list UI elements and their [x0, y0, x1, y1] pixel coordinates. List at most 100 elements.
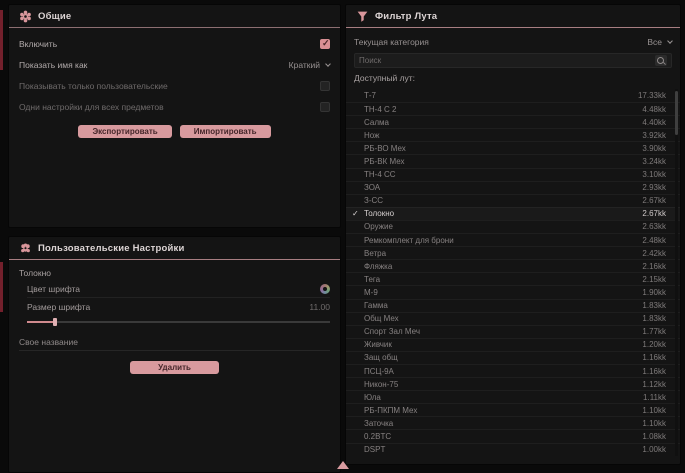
loot-item-value: 2.63kk	[642, 222, 666, 231]
loot-row[interactable]: Гамма1.83kk	[346, 299, 680, 312]
loot-item-value: 17.33kk	[638, 91, 666, 100]
loot-item-name: Салма	[364, 118, 642, 127]
select-value: Краткий	[289, 60, 320, 70]
export-button[interactable]: Экспортировать	[78, 125, 171, 138]
loot-row[interactable]: ПСЦ-9А1.16kk	[346, 364, 680, 377]
loot-item-value: 3.90kk	[642, 144, 666, 153]
loot-item-name: Фляжка	[364, 262, 642, 271]
loot-item-value: 1.83kk	[642, 314, 666, 323]
loot-row[interactable]: Оружие2.63kk	[346, 220, 680, 233]
color-wheel-icon[interactable]	[320, 284, 330, 294]
loot-row[interactable]: М-91.90kk	[346, 285, 680, 298]
loot-item-value: 1.16kk	[642, 367, 666, 376]
loot-row[interactable]: Нож3.92kk	[346, 128, 680, 141]
loot-item-value: 1.08kk	[642, 432, 666, 441]
loot-item-name: Нож	[364, 131, 642, 140]
loot-item-name: Тега	[364, 275, 642, 284]
funnel-icon	[356, 10, 369, 23]
loot-row[interactable]: ТН-4 СС3.10kk	[346, 168, 680, 181]
loot-row[interactable]: РБ-ВК Мех3.24kk	[346, 154, 680, 167]
setting-label: Показывать только пользовательские	[19, 81, 168, 91]
loot-row[interactable]: Заточка1.10kk	[346, 416, 680, 429]
loot-item-name: РБ-ПКПМ Мех	[364, 406, 642, 415]
loot-row[interactable]: ✓Толокно2.67kk	[346, 207, 680, 220]
loot-item-value: 1.11kk	[643, 393, 666, 402]
loot-row[interactable]: Т-717.33kk	[346, 89, 680, 102]
loot-row[interactable]: ЗОА2.93kk	[346, 181, 680, 194]
loot-item-name: Живчик	[364, 340, 642, 349]
panel-title: Фильтр Лута	[375, 11, 437, 22]
loot-item-value: 1.20kk	[642, 340, 666, 349]
name-display-select[interactable]: Краткий	[289, 60, 330, 70]
loot-item-name: РБ-ВК Мех	[364, 157, 642, 166]
loot-item-name: Спорт Зал Меч	[364, 327, 642, 336]
loot-item-value: 1.10kk	[642, 419, 666, 428]
loot-row[interactable]: Салма4.40kk	[346, 115, 680, 128]
loot-item-name: З-СС	[364, 196, 642, 205]
loot-scrollbar[interactable]	[675, 89, 678, 456]
chevron-down-icon	[325, 61, 331, 67]
setting-row-only-custom: Показывать только пользовательские	[9, 75, 340, 96]
loot-item-value: 2.42kk	[642, 249, 666, 258]
loot-item-value: 1.90kk	[642, 288, 666, 297]
slider-fill	[27, 321, 55, 323]
loot-row[interactable]: З-СС2.67kk	[346, 194, 680, 207]
loot-item-name: ТН-4 СС	[364, 170, 642, 179]
loot-item-value: 1.77kk	[642, 327, 666, 336]
chevron-down-icon	[667, 38, 673, 44]
loot-row[interactable]: Живчик1.20kk	[346, 338, 680, 351]
category-label: Текущая категория	[354, 37, 429, 47]
loot-row[interactable]: Никон-751.12kk	[346, 377, 680, 390]
loot-item-name: Оружие	[364, 222, 642, 231]
category-select[interactable]: Все	[647, 37, 672, 47]
font-size-label: Размер шрифта	[27, 302, 90, 312]
loot-row[interactable]: DSPT1.00kk	[346, 443, 680, 456]
loot-item-name: ЗОА	[364, 183, 642, 192]
delete-button[interactable]: Удалить	[130, 361, 219, 374]
setting-row-name-display: Показать имя как Краткий	[9, 54, 340, 75]
font-color-row: Цвет шрифта	[27, 280, 330, 298]
loot-item-name: Заточка	[364, 419, 642, 428]
header-divider	[346, 27, 680, 28]
loot-row[interactable]: Ремкомплект для брони2.48kk	[346, 233, 680, 246]
enable-checkbox[interactable]	[320, 39, 330, 49]
setting-row-same-settings: Одни настройки для всех предметов	[9, 96, 340, 117]
loot-item-value: 1.16kk	[642, 353, 666, 362]
loot-item-name: Т-7	[364, 91, 638, 100]
loot-filter-panel: Фильтр Лута Текущая категория Все Доступ…	[345, 4, 681, 465]
loot-item-value: 2.67kk	[642, 209, 666, 218]
loot-item-name: Защ общ	[364, 353, 642, 362]
loot-row[interactable]: Фляжка2.16kk	[346, 259, 680, 272]
loot-item-name: РБ-ВО Мех	[364, 144, 642, 153]
loot-row[interactable]: РБ-ПКПМ Мех1.10kk	[346, 403, 680, 416]
only-custom-checkbox[interactable]	[320, 81, 330, 91]
slider-thumb[interactable]	[53, 318, 57, 326]
loot-scrollbar-thumb[interactable]	[675, 91, 678, 135]
loot-row[interactable]: ТН-4 С 24.48kk	[346, 102, 680, 115]
loot-row[interactable]: Юла1.11kk	[346, 390, 680, 403]
loot-item-value: 3.24kk	[642, 157, 666, 166]
setting-label: Одни настройки для всех предметов	[19, 102, 164, 112]
search-input[interactable]	[359, 56, 655, 65]
same-settings-checkbox[interactable]	[320, 102, 330, 112]
loot-row[interactable]: Ветра2.42kk	[346, 246, 680, 259]
loot-row[interactable]: Защ общ1.16kk	[346, 351, 680, 364]
font-color-label: Цвет шрифта	[27, 284, 80, 294]
loot-item-value: 4.40kk	[642, 118, 666, 127]
loot-row[interactable]: Общ Мех1.83kk	[346, 312, 680, 325]
loot-row[interactable]: Тега2.15kk	[346, 272, 680, 285]
custom-name-input[interactable]	[19, 334, 330, 350]
search-icon[interactable]	[655, 55, 667, 66]
search-box	[354, 53, 672, 68]
font-size-value: 11.00	[309, 302, 330, 312]
available-loot-label: Доступный лут:	[354, 73, 672, 83]
loot-item-name: 0.2BTC	[364, 432, 642, 441]
import-button[interactable]: Импортировать	[180, 125, 271, 138]
flower-icon	[19, 242, 32, 255]
loot-row[interactable]: РБ-ВО Мех3.90kk	[346, 141, 680, 154]
loot-row[interactable]: Спорт Зал Меч1.77kk	[346, 325, 680, 338]
font-size-slider[interactable]	[27, 318, 330, 326]
loot-row[interactable]: 0.2BTC1.08kk	[346, 429, 680, 442]
category-row: Текущая категория Все	[354, 34, 672, 49]
loot-item-name: Никон-75	[364, 380, 642, 389]
